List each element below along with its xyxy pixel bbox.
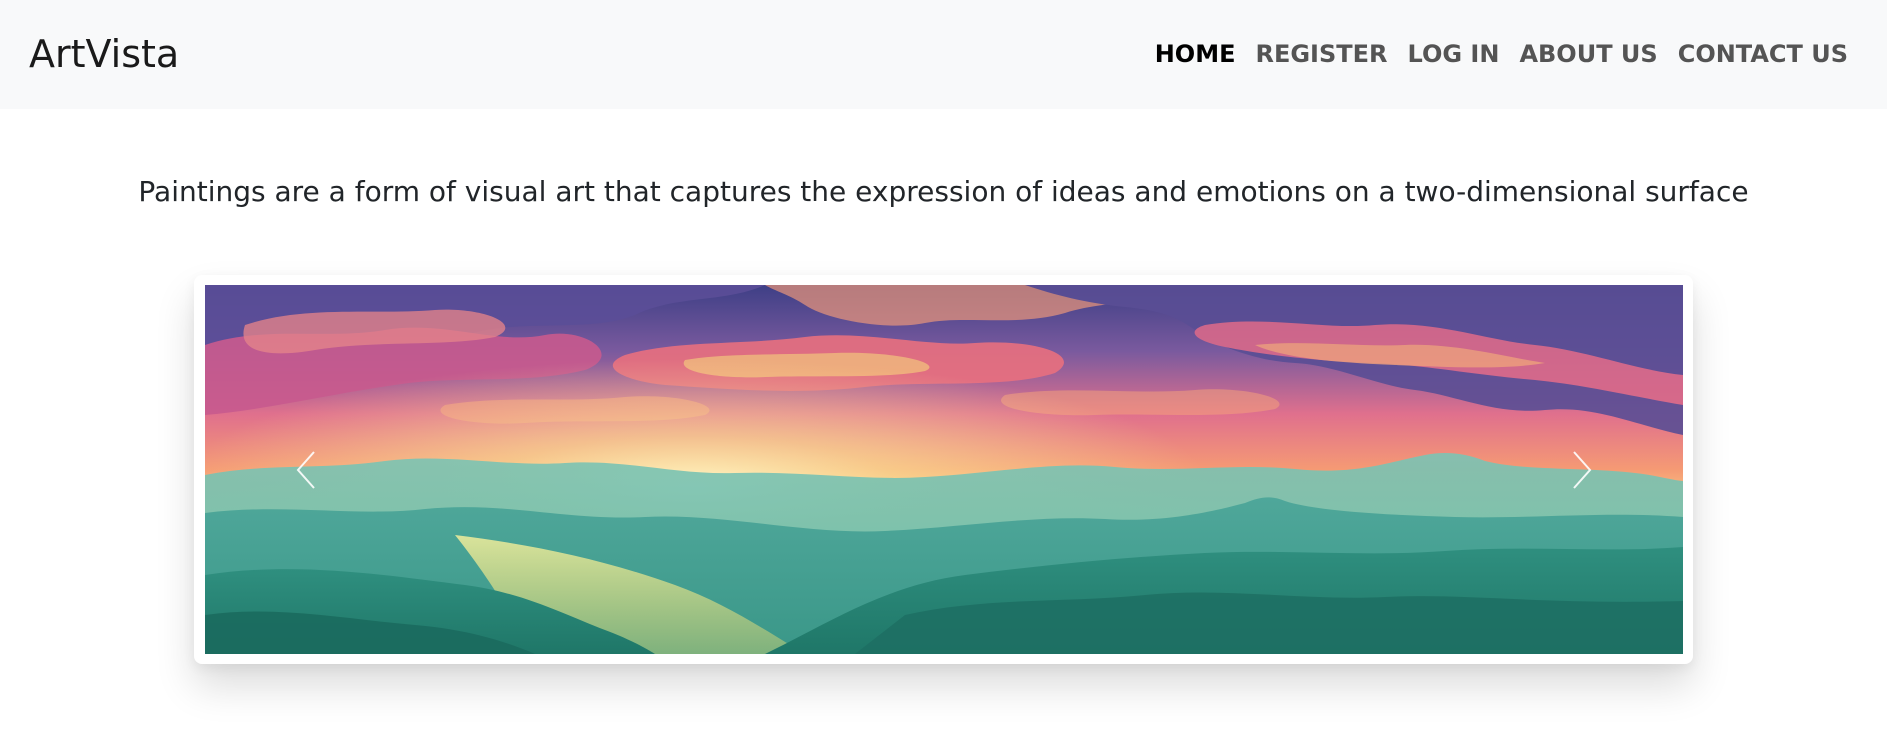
landscape-painting-image <box>205 285 1683 654</box>
chevron-left-icon <box>296 450 315 489</box>
chevron-right-icon <box>1573 450 1592 489</box>
intro-text: Paintings are a form of visual art that … <box>138 175 1749 208</box>
main-nav: HOME REGISTER LOG IN ABOUT US CONTACT US <box>1155 36 1848 72</box>
nav-contact-link[interactable]: CONTACT US <box>1678 36 1848 72</box>
carousel-prev-button[interactable] <box>251 285 361 654</box>
carousel-slide <box>205 285 1683 654</box>
image-carousel <box>194 275 1693 664</box>
nav-home-link[interactable]: HOME <box>1155 36 1236 72</box>
top-navbar: ArtVista HOME REGISTER LOG IN ABOUT US C… <box>0 0 1887 109</box>
carousel-next-button[interactable] <box>1527 285 1637 654</box>
nav-register-link[interactable]: REGISTER <box>1255 36 1387 72</box>
nav-login-link[interactable]: LOG IN <box>1408 36 1500 72</box>
brand-logo-link[interactable]: ArtVista <box>29 29 179 79</box>
nav-about-link[interactable]: ABOUT US <box>1519 36 1657 72</box>
